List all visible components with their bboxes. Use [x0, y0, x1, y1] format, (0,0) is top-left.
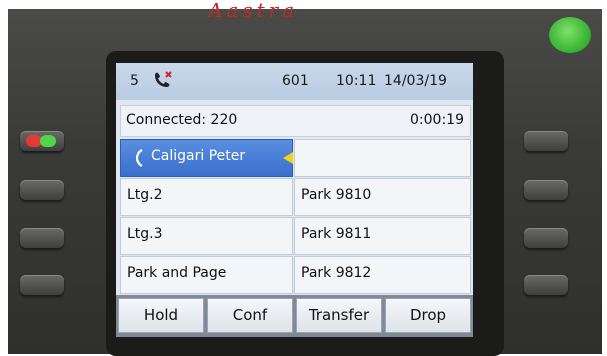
line-key-4[interactable] [20, 275, 64, 295]
call-info-bar: Connected: 220 0:00:19 [120, 105, 471, 137]
line-3-label: Ltg.3 [127, 226, 163, 242]
park-and-page-label: Park and Page [127, 265, 227, 281]
phone-display: 5 601 10:11 14/03/19 Connected: 220 0:00… [116, 63, 473, 337]
drop-softkey[interactable]: Drop [385, 298, 471, 333]
brand-logo: Aastra [208, 3, 299, 22]
park-9811[interactable]: Park 9811 [294, 217, 471, 255]
line-count: 5 [130, 73, 139, 89]
line-key-2[interactable] [20, 180, 64, 200]
line-3[interactable]: Ltg.3 [120, 217, 293, 255]
line-key-3[interactable] [20, 228, 64, 248]
right-key-4[interactable] [524, 275, 568, 295]
right-key-3[interactable] [524, 228, 568, 248]
park-9812[interactable]: Park 9812 [294, 256, 471, 294]
led-green [40, 135, 56, 147]
message-led [549, 17, 591, 53]
missed-call-icon [152, 70, 174, 94]
handset-icon [135, 149, 145, 171]
connected-label: Connected: 220 [126, 112, 238, 128]
line-1-right[interactable] [294, 139, 471, 177]
clock-date: 14/03/19 [384, 73, 447, 89]
right-key-2[interactable] [524, 180, 568, 200]
park-and-page[interactable]: Park and Page [120, 256, 293, 294]
park-9811-label: Park 9811 [301, 226, 372, 242]
status-bar: 5 601 10:11 14/03/19 [116, 63, 473, 100]
conf-softkey[interactable]: Conf [207, 298, 293, 333]
line-2-label: Ltg.2 [127, 187, 163, 203]
park-9810[interactable]: Park 9810 [294, 178, 471, 216]
call-duration: 0:00:19 [410, 112, 464, 128]
active-pointer-icon [283, 152, 293, 168]
hold-softkey[interactable]: Hold [118, 298, 204, 333]
extension-number: 601 [282, 73, 309, 89]
transfer-softkey[interactable]: Transfer [296, 298, 382, 333]
line-1-active[interactable]: Caligari Peter [120, 139, 293, 177]
line-1-label: Caligari Peter [151, 148, 246, 164]
right-key-1[interactable] [524, 131, 568, 151]
line-key-1[interactable] [20, 131, 64, 151]
park-9812-label: Park 9812 [301, 265, 372, 281]
clock-time: 10:11 [336, 73, 377, 89]
park-9810-label: Park 9810 [301, 187, 372, 203]
softkey-bar: Hold Conf Transfer Drop [116, 295, 473, 337]
line-2[interactable]: Ltg.2 [120, 178, 293, 216]
